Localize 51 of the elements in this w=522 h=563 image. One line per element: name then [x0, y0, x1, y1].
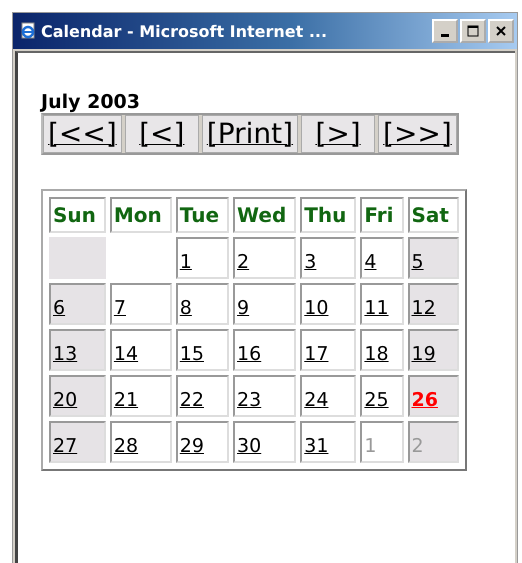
- day-cell[interactable]: 22: [176, 375, 230, 417]
- day-cell[interactable]: 11: [360, 283, 404, 325]
- day-cell[interactable]: 9: [233, 283, 296, 325]
- window-title: Calendar - Microsoft Internet ...: [41, 22, 328, 40]
- browser-icon: [19, 22, 37, 40]
- day-cell[interactable]: 5: [408, 237, 459, 279]
- day-cell[interactable]: 31: [300, 421, 356, 463]
- day-cell[interactable]: 16: [233, 329, 296, 371]
- day-cell[interactable]: 23: [233, 375, 296, 417]
- weekday-header: Sat: [408, 197, 459, 233]
- day-cell[interactable]: 2: [233, 237, 296, 279]
- day-cell[interactable]: 19: [408, 329, 459, 371]
- day-cell[interactable]: 25: [360, 375, 404, 417]
- nav-button[interactable]: [>]: [301, 115, 376, 153]
- nav-button[interactable]: [<<]: [43, 115, 122, 153]
- day-cell[interactable]: 15: [176, 329, 230, 371]
- nav-button[interactable]: [>>]: [378, 115, 457, 153]
- minimize-button[interactable]: [432, 19, 458, 43]
- day-cell[interactable]: 12: [408, 283, 459, 325]
- day-cell[interactable]: 8: [176, 283, 230, 325]
- day-cell[interactable]: 6: [49, 283, 106, 325]
- weekday-header: Wed: [233, 197, 296, 233]
- minimize-icon: [441, 34, 449, 36]
- nav-button[interactable]: [<]: [124, 115, 199, 153]
- day-cell[interactable]: 13: [49, 329, 106, 371]
- day-cell[interactable]: 27: [49, 421, 106, 463]
- weekday-header: Fri: [360, 197, 404, 233]
- day-cell[interactable]: 17: [300, 329, 356, 371]
- weekday-header: Tue: [176, 197, 230, 233]
- close-button[interactable]: [488, 19, 514, 43]
- day-cell[interactable]: 18: [360, 329, 404, 371]
- day-cell[interactable]: 1: [176, 237, 230, 279]
- day-cell[interactable]: 24: [300, 375, 356, 417]
- weekday-header: Thu: [300, 197, 356, 233]
- day-cell[interactable]: 21: [110, 375, 172, 417]
- day-cell[interactable]: 30: [233, 421, 296, 463]
- day-cell[interactable]: 7: [110, 283, 172, 325]
- maximize-icon: [467, 25, 479, 37]
- day-cell[interactable]: 20: [49, 375, 106, 417]
- day-cell[interactable]: 10: [300, 283, 356, 325]
- day-cell[interactable]: 14: [110, 329, 172, 371]
- maximize-button[interactable]: [460, 19, 486, 43]
- day-cell[interactable]: 3: [300, 237, 356, 279]
- day-cell[interactable]: 28: [110, 421, 172, 463]
- month-title: July 2003: [41, 91, 141, 113]
- weekday-header: Mon: [110, 197, 172, 233]
- close-icon: [495, 25, 507, 37]
- day-cell[interactable]: 4: [360, 237, 404, 279]
- nav-button[interactable]: [Print]: [202, 115, 298, 153]
- day-cell[interactable]: 29: [176, 421, 230, 463]
- weekday-header: Sun: [49, 197, 106, 233]
